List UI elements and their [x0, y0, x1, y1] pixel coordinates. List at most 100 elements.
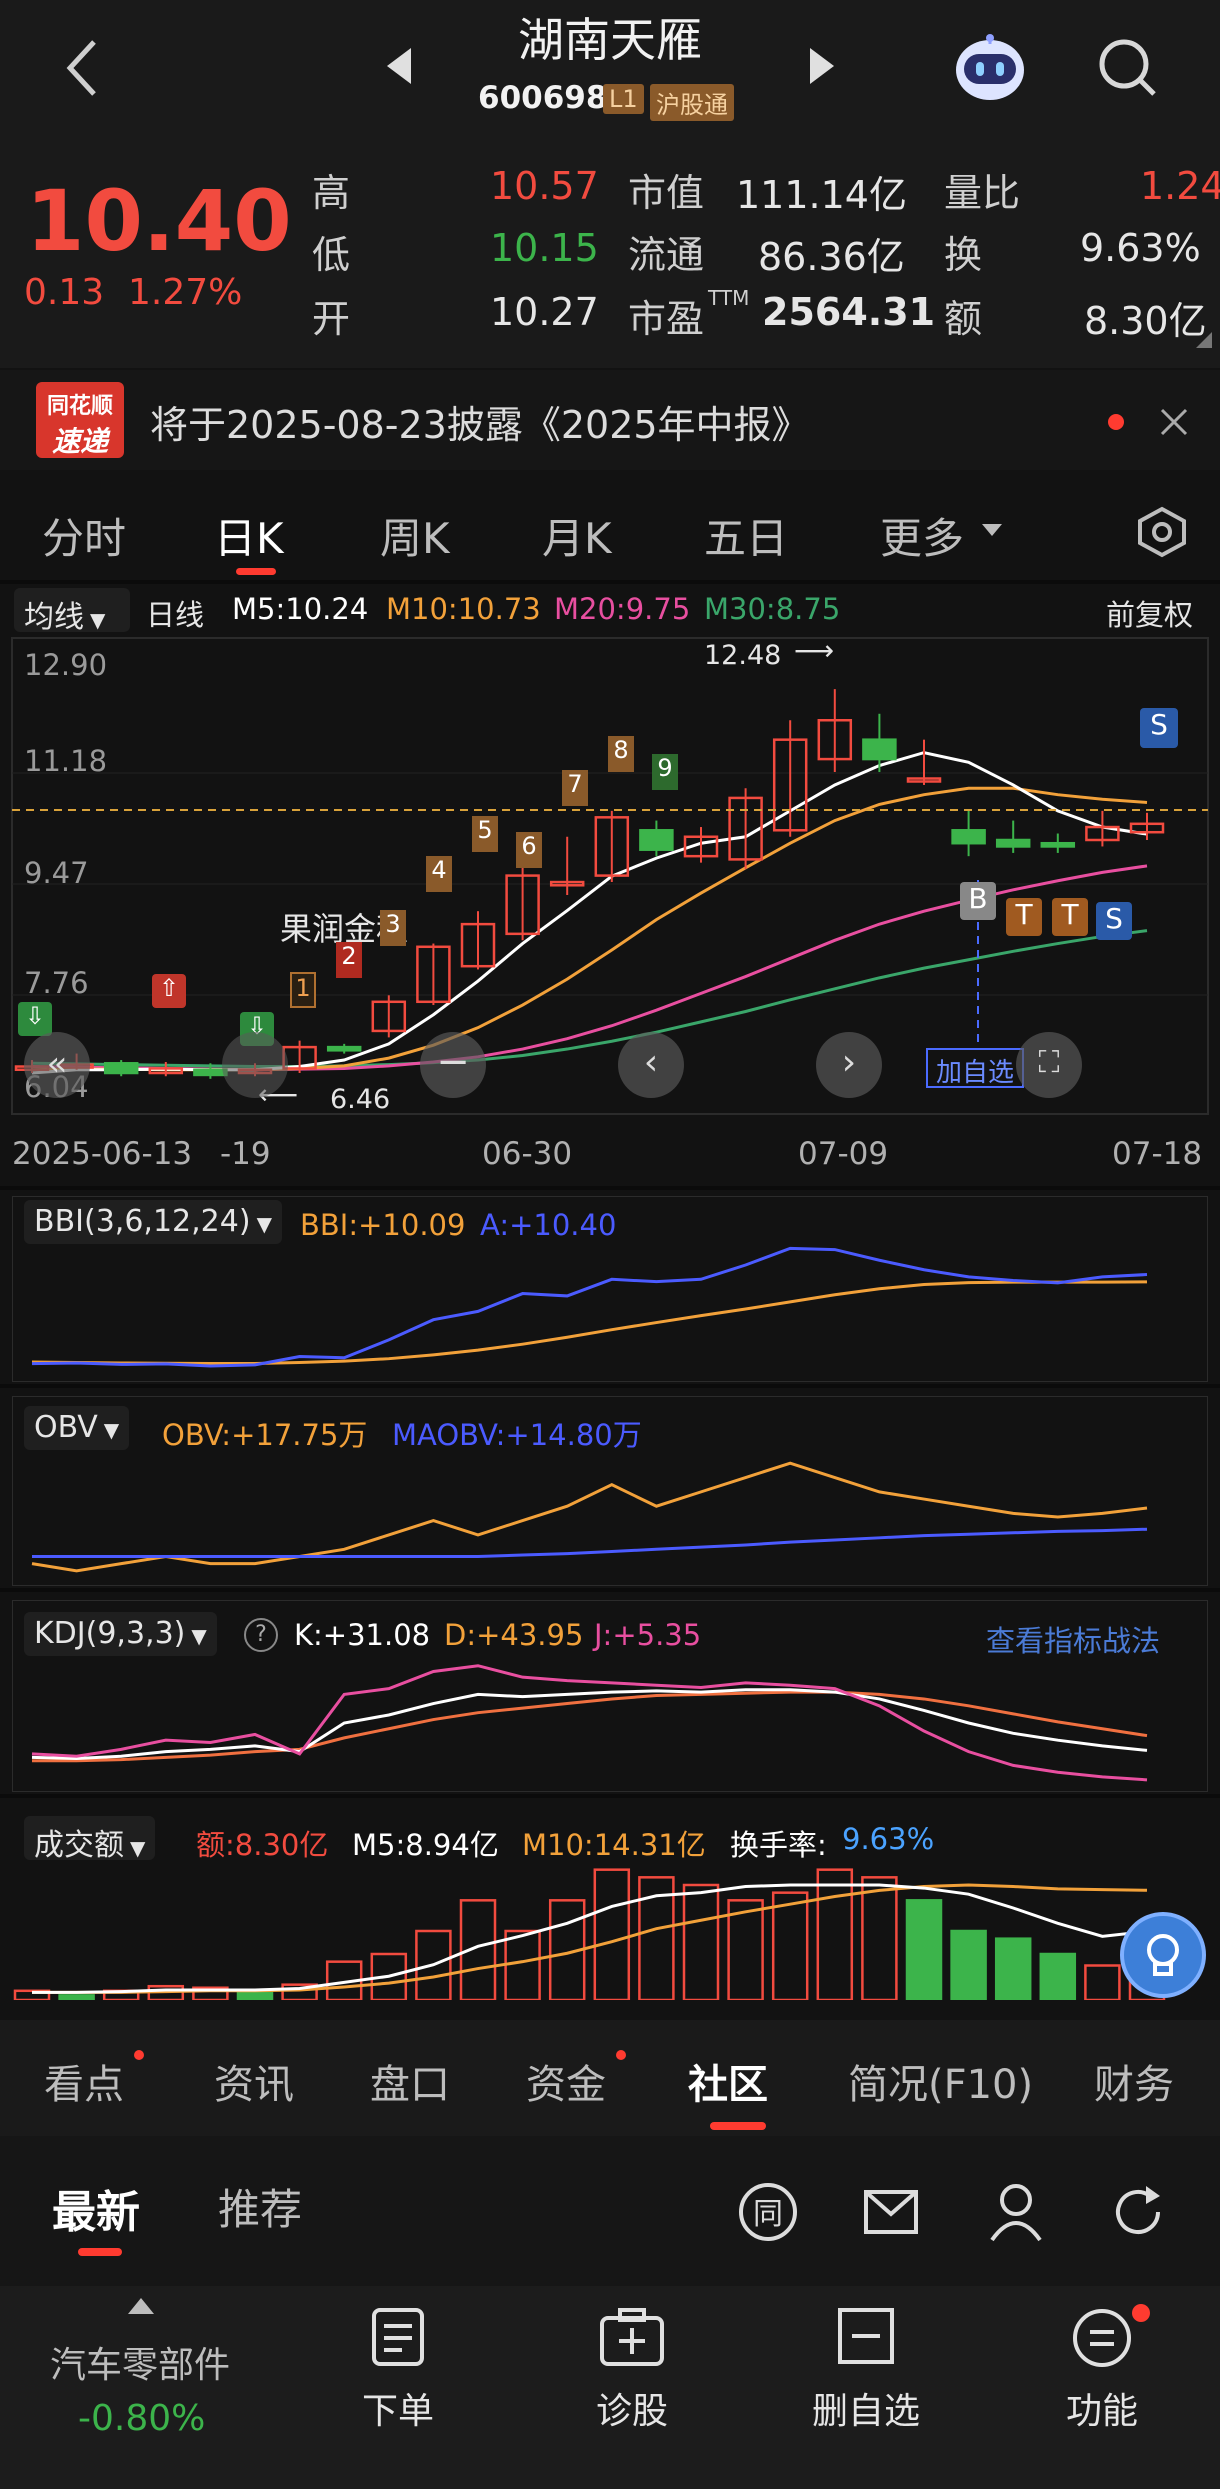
- kdj-j-line: [31, 1664, 1148, 1782]
- tab-intraday[interactable]: 分时: [42, 505, 126, 566]
- section-tabs: [0, 2020, 1220, 2136]
- tab-weekly-k[interactable]: 周K: [380, 505, 450, 566]
- bbi-chart[interactable]: [12, 1196, 1208, 1382]
- open-label: 开: [312, 297, 351, 341]
- fullscreen-button[interactable]: ⛶: [1016, 1032, 1082, 1098]
- high-label: 高: [312, 171, 351, 215]
- add-watchlist-button[interactable]: 加自选: [926, 1048, 1025, 1088]
- tab-funds[interactable]: 资金: [526, 2052, 606, 2110]
- caret-up-icon[interactable]: [126, 2296, 156, 2316]
- sector-change: -0.80%: [78, 2398, 206, 2439]
- tab-five-day[interactable]: 五日: [704, 505, 788, 566]
- diagnose-icon[interactable]: [598, 2306, 666, 2370]
- divider: [0, 1794, 1220, 1798]
- remove-watchlist-button[interactable]: 删自选: [786, 2382, 946, 2434]
- mail-icon[interactable]: [862, 2184, 920, 2240]
- kdj-chart[interactable]: [12, 1600, 1208, 1792]
- robot-assistant-icon[interactable]: [950, 30, 1030, 106]
- seq-marker-7: 7: [562, 770, 588, 806]
- ths-express-logo: 同花顺 速递: [36, 382, 124, 458]
- open-value: 10.27: [490, 290, 599, 334]
- zoom-out-button[interactable]: −: [420, 1032, 486, 1098]
- search-icon[interactable]: [1096, 36, 1160, 100]
- ma30-line: [31, 929, 1148, 1069]
- tab-daily-k[interactable]: 日K: [214, 505, 284, 566]
- date-tick-0: 2025-06-13: [12, 1136, 193, 1172]
- next-candle-button[interactable]: ›: [816, 1032, 882, 1098]
- tab-latest[interactable]: 最新: [52, 2176, 140, 2240]
- ma-selector[interactable]: 均线 ▼: [14, 588, 130, 635]
- obv-chart[interactable]: [12, 1396, 1208, 1586]
- market-cap-value: 111.14亿: [736, 173, 907, 217]
- bbi-a-line: [31, 1246, 1148, 1368]
- refresh-icon[interactable]: [1106, 2180, 1170, 2244]
- tab-recommend[interactable]: 推荐: [218, 2176, 302, 2237]
- divider: [0, 580, 1220, 584]
- amount-bar: [504, 1929, 541, 2000]
- expand-corner-icon[interactable]: [1196, 332, 1212, 348]
- float-cap-label: 流通: [628, 233, 705, 277]
- volume-ratio-value: 1.24: [1140, 164, 1220, 208]
- pe-label: 市盈: [628, 297, 705, 341]
- ma30-legend: M30:8.75: [704, 592, 841, 626]
- seq-marker-8: 8: [608, 736, 634, 772]
- buy-signal[interactable]: B: [960, 882, 996, 920]
- community-logo-icon[interactable]: 同: [736, 2180, 800, 2244]
- high-value: 10.57: [490, 164, 599, 208]
- candle-body: [639, 829, 674, 851]
- hexagon-settings-icon[interactable]: [1136, 506, 1188, 558]
- function-button[interactable]: 功能: [1022, 2382, 1182, 2434]
- tab-more[interactable]: 更多: [880, 505, 964, 566]
- seq-marker-4: 4: [426, 856, 452, 892]
- price-change-pct: 1.27%: [128, 272, 243, 313]
- triangle-right-icon[interactable]: [808, 44, 838, 88]
- zoom-in-button[interactable]: [222, 1032, 288, 1098]
- chevron-left-icon[interactable]: [60, 36, 104, 100]
- function-icon[interactable]: [1070, 2306, 1134, 2370]
- sell-signal[interactable]: S: [1096, 902, 1132, 940]
- sell-signal[interactable]: S: [1140, 708, 1178, 748]
- tab-community[interactable]: 社区: [688, 2052, 768, 2110]
- tab-orderbook[interactable]: 盘口: [370, 2052, 450, 2110]
- fast-rewind-button[interactable]: «: [24, 1032, 90, 1098]
- level-badge: L1: [603, 84, 644, 114]
- triangle-left-icon[interactable]: [383, 44, 413, 88]
- t-signal[interactable]: T: [1052, 898, 1088, 936]
- close-icon[interactable]: [1158, 406, 1190, 438]
- low-label: 低: [312, 233, 351, 277]
- tab-financials[interactable]: 财务: [1094, 2052, 1174, 2110]
- amount-bar: [861, 1876, 898, 2000]
- market-badge[interactable]: 沪股通: [650, 84, 734, 121]
- news-banner[interactable]: 同花顺 速递 将于2025-08-23披露《2025年中报》: [0, 370, 1220, 470]
- order-button[interactable]: 下单: [318, 2382, 478, 2434]
- tab-news[interactable]: 资讯: [214, 2052, 294, 2110]
- divider: [0, 1186, 1220, 1190]
- turnover-value: 9.63%: [1080, 226, 1201, 270]
- turnover-label: 换: [944, 233, 983, 277]
- float-cap-value: 86.36亿: [758, 235, 905, 279]
- prev-candle-button[interactable]: ‹: [618, 1032, 684, 1098]
- adjust-mode[interactable]: 前复权: [1106, 592, 1193, 634]
- amount-bar: [593, 1868, 631, 2000]
- user-icon[interactable]: [986, 2180, 1046, 2244]
- tab-profile-f10[interactable]: 简况(F10): [848, 2052, 1033, 2110]
- bottom-toolbar: 汽车零部件 -0.80% 下单 诊股 删自选 功能: [0, 2286, 1220, 2489]
- remove-watchlist-icon[interactable]: [836, 2306, 896, 2366]
- diagnose-button[interactable]: 诊股: [552, 2382, 712, 2434]
- lightbulb-icon[interactable]: [1120, 1912, 1206, 1998]
- tab-monthly-k[interactable]: 月K: [542, 505, 612, 566]
- sector-name[interactable]: 汽车零部件: [50, 2336, 230, 2388]
- order-icon[interactable]: [368, 2306, 428, 2370]
- period-label: 日线: [146, 598, 205, 632]
- amount-chart[interactable]: [12, 1806, 1208, 2000]
- t-signal[interactable]: T: [1006, 898, 1042, 936]
- amount-bar: [1084, 1964, 1121, 2000]
- divider: [0, 1588, 1220, 1592]
- divider: [0, 1384, 1220, 1388]
- community-header: 最新 推荐 同: [0, 2136, 1220, 2286]
- tab-highlights[interactable]: 看点: [44, 2052, 124, 2110]
- unread-dot: [1132, 2304, 1150, 2322]
- down-arrow-marker: ⇩: [18, 1002, 52, 1036]
- top-bar: 湖南天雁 600698 L1 沪股通: [0, 0, 1220, 136]
- pe-value: 2564.31: [762, 290, 936, 334]
